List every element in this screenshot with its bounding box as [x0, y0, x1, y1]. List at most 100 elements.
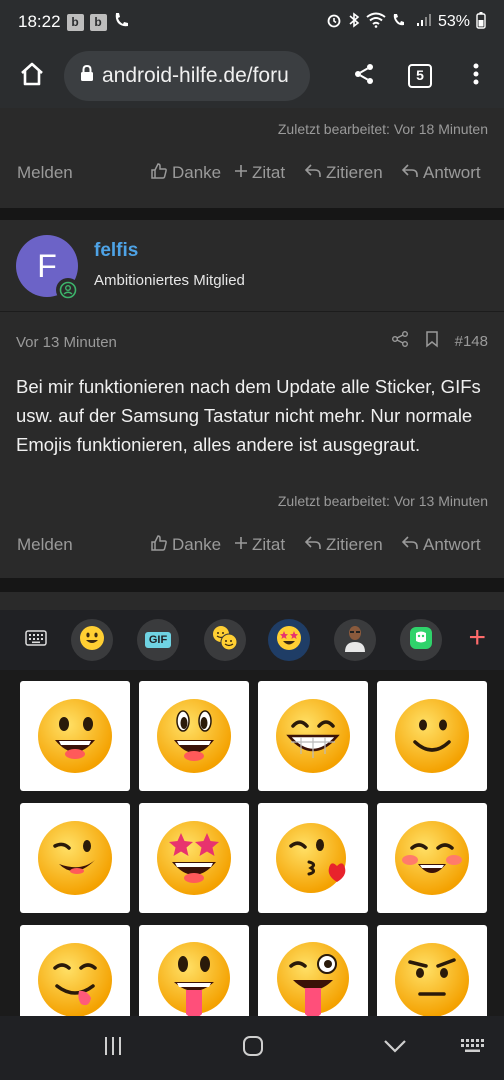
sticker-grinning-face[interactable] — [20, 681, 130, 791]
thanks-label: Danke — [172, 535, 222, 554]
sticker-smiling-face[interactable] — [377, 681, 487, 791]
sticker-yum-face[interactable] — [20, 925, 130, 1016]
quote-label: Zitat — [252, 535, 286, 554]
emoji-tab[interactable] — [71, 619, 113, 661]
report-link[interactable]: Melden — [17, 535, 73, 555]
keyboard-sticker-toolbar: GIF + — [0, 610, 504, 670]
gif-tab[interactable]: GIF — [137, 619, 179, 661]
star-eyes-sticker-icon — [274, 623, 304, 658]
cite-button[interactable]: Zitieren — [304, 163, 383, 184]
post-actions: Melden Danke Zitat Zitieren Antwort — [0, 153, 504, 193]
keyboard-switch-icon — [460, 1038, 486, 1059]
post-date[interactable]: Vor 13 Minuten — [16, 334, 117, 351]
cite-label: Zitieren — [326, 535, 383, 554]
back-button[interactable] — [375, 1030, 415, 1066]
wifi-call-icon — [113, 11, 131, 34]
sticker-beaming-face[interactable] — [139, 681, 249, 791]
thanks-button[interactable]: Danke — [150, 162, 221, 185]
previous-post: Zuletzt bearbeitet: Vor 18 Minuten Melde… — [0, 108, 504, 208]
tab-switcher-button[interactable]: 5 — [392, 48, 448, 104]
sticker-winking-face[interactable] — [20, 803, 130, 913]
member-badge-icon — [56, 278, 80, 302]
post-author-header: F felfis Ambitioniertes Mitglied — [0, 220, 504, 312]
recents-button[interactable] — [93, 1030, 133, 1066]
report-link[interactable]: Melden — [17, 163, 73, 183]
address-bar[interactable]: android-hilfe.de/foru — [64, 51, 310, 101]
quote-button[interactable]: Zitat — [234, 535, 285, 555]
post-number[interactable]: #148 — [455, 333, 488, 350]
post-body: Bei mir funktionieren nach dem Update al… — [16, 376, 481, 455]
answer-button[interactable]: Antwort — [401, 163, 481, 184]
sticker-blushing-face[interactable] — [377, 803, 487, 913]
wifi-icon — [366, 12, 386, 33]
system-navigation-bar — [0, 1016, 504, 1080]
bluetooth-icon — [348, 11, 360, 33]
bitmoji-tab[interactable] — [400, 619, 442, 661]
quote-button[interactable]: Zitat — [234, 163, 285, 183]
user-rank: Ambitioniertes Mitglied — [94, 272, 245, 289]
signal-icon — [416, 13, 432, 32]
username[interactable]: felfis — [94, 240, 138, 262]
reply-icon — [401, 535, 419, 556]
avatar-sticker-icon — [342, 623, 368, 658]
post: Vor 13 Minuten #148 Bei mir funktioniere… — [0, 312, 504, 578]
share-button[interactable] — [336, 48, 392, 104]
keyboard-switch-button[interactable] — [453, 1030, 493, 1066]
sticker-star-struck-face[interactable] — [139, 803, 249, 913]
bookmark-icon[interactable] — [425, 330, 439, 352]
status-right: 53% — [326, 11, 486, 34]
wifi-calling-icon — [392, 12, 410, 33]
sticker-tongue-out-face[interactable] — [139, 925, 249, 1016]
reply-icon — [401, 163, 419, 184]
home-nav-button[interactable] — [233, 1030, 273, 1066]
sticker-big-grin-face[interactable] — [258, 681, 368, 791]
sticker-grid — [0, 670, 504, 1016]
status-bar: 18:22 b b 53% — [0, 0, 504, 44]
emoji-pair-icon — [210, 623, 240, 658]
add-icon[interactable]: + — [468, 622, 486, 654]
post-separator-2 — [0, 578, 504, 592]
plus-icon — [234, 535, 248, 555]
answer-label: Antwort — [423, 535, 481, 554]
notification-b-icon-2: b — [89, 13, 107, 31]
battery-text: 53% — [437, 13, 470, 30]
post-actions: Melden Danke Zitat Zitieren Antwort — [0, 525, 504, 565]
gif-icon: GIF — [144, 632, 172, 648]
sticker-kissing-face[interactable] — [258, 803, 368, 913]
reply-arrow-icon — [304, 163, 322, 184]
url-text: android-hilfe.de/foru — [102, 64, 289, 87]
post-separator — [0, 208, 504, 220]
browser-actions: 5 — [318, 48, 504, 104]
avatar-sticker-tab[interactable] — [334, 619, 376, 661]
recents-icon — [102, 1035, 124, 1062]
edited-note: Zuletzt bearbeitet: Vor 18 Minuten — [277, 121, 488, 137]
quote-label: Zitat — [252, 163, 286, 182]
thumbs-up-icon — [150, 162, 168, 185]
plus-icon — [234, 163, 248, 183]
alarm-icon — [326, 12, 342, 33]
cite-button[interactable]: Zitieren — [304, 535, 383, 556]
home-icon — [19, 61, 45, 92]
share-icon — [352, 62, 376, 91]
keyboard-button[interactable] — [16, 620, 56, 660]
sticker-zany-face[interactable] — [258, 925, 368, 1016]
emoji-pair-tab[interactable] — [204, 619, 246, 661]
answer-button[interactable]: Antwort — [401, 535, 481, 556]
sticker-suspicious-face[interactable] — [377, 925, 487, 1016]
home-button[interactable] — [0, 44, 64, 108]
edited-note: Zuletzt bearbeitet: Vor 13 Minuten — [277, 493, 488, 509]
tab-switcher-icon: 5 — [408, 64, 432, 88]
more-icon — [473, 62, 479, 91]
thanks-button[interactable]: Danke — [150, 534, 221, 557]
emoji-icon — [78, 624, 106, 657]
back-icon — [383, 1038, 407, 1059]
battery-icon — [476, 11, 486, 34]
share-post-icon[interactable] — [391, 330, 409, 352]
more-button[interactable] — [448, 48, 504, 104]
reply-arrow-icon — [304, 535, 322, 556]
cite-label: Zitieren — [326, 163, 383, 182]
next-post — [0, 592, 504, 610]
browser-toolbar: android-hilfe.de/foru 5 — [0, 44, 504, 108]
sticker-tab-active[interactable] — [268, 619, 310, 661]
post-meta: #148 — [391, 330, 488, 352]
